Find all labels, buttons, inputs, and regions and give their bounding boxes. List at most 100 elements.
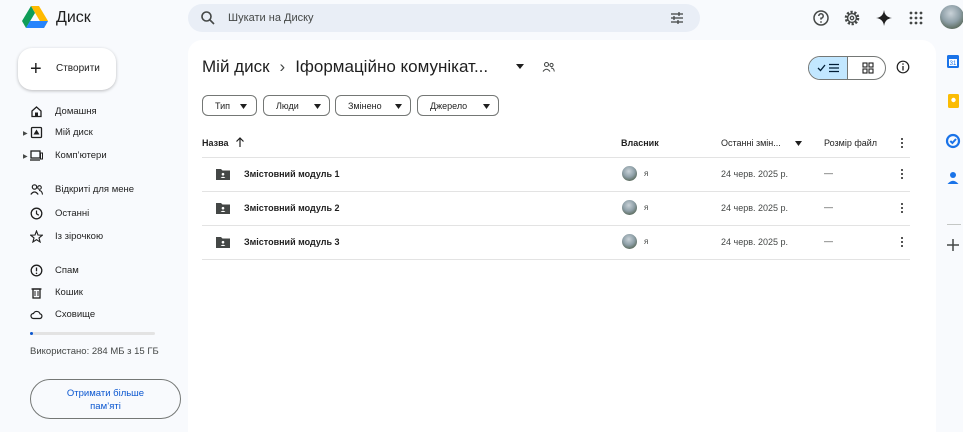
column-header-name[interactable]: Назва [202, 138, 229, 148]
grid-view-button[interactable] [848, 57, 885, 79]
breadcrumb-root[interactable]: Мій диск [202, 57, 270, 76]
computer-icon [30, 150, 43, 161]
file-name[interactable]: Змістовний модуль 3 [244, 237, 340, 247]
column-header-owner[interactable]: Власник [621, 138, 659, 148]
get-more-storage-label: Отримати більше пам’яті [66, 388, 145, 412]
gemini-icon[interactable] [875, 9, 893, 27]
chevron-down-icon [314, 104, 321, 109]
storage-usage-bar [30, 332, 155, 335]
owner-name: я [644, 203, 649, 212]
create-button[interactable]: + Створити [18, 48, 116, 90]
sidebar-item-computers[interactable]: Комп’ютери [30, 147, 180, 165]
sidebar-item-home[interactable]: Домашня [30, 103, 180, 121]
owner-avatar [622, 234, 637, 249]
modified-date: 24 черв. 2025 р. [721, 203, 789, 213]
main-panel: Мій диск › Іформаційно комунікат... Тип … [188, 40, 936, 432]
row-divider [202, 259, 910, 260]
sidebar-item-label: Останні [55, 208, 90, 219]
sidebar-item-my-drive[interactable]: Мій диск [30, 124, 180, 142]
filter-chip-label: Тип [215, 101, 231, 111]
sidebar-item-label: Мій диск [55, 127, 93, 138]
search-bar[interactable]: Шукати на Диску [188, 4, 700, 32]
get-more-storage-button[interactable]: Отримати більше пам’яті [30, 379, 181, 419]
info-icon[interactable] [896, 60, 910, 74]
keep-icon[interactable] [943, 91, 963, 111]
folder-menu-dropdown-icon[interactable] [515, 62, 525, 70]
search-icon[interactable] [200, 10, 216, 26]
list-view-icon [817, 63, 839, 73]
trash-icon [31, 288, 42, 299]
sidebar-item-label: Сховище [55, 309, 96, 320]
my-drive-icon [30, 126, 43, 139]
shared-icon [30, 184, 43, 195]
apps-grid-icon[interactable] [907, 9, 925, 27]
row-more-options-icon[interactable] [900, 201, 904, 215]
expand-caret-icon[interactable]: ▶ [23, 130, 29, 137]
sidebar-item-starred[interactable]: Із зірочкою [30, 228, 180, 246]
column-header-modified[interactable]: Останні змін... [721, 138, 781, 148]
shared-folder-icon [216, 203, 230, 214]
sidebar-item-shared[interactable]: Відкриті для мене [30, 181, 180, 199]
sidebar-item-storage[interactable]: Сховище [30, 306, 180, 324]
owner-name: я [644, 169, 649, 178]
account-avatar[interactable] [940, 5, 963, 29]
row-more-options-icon[interactable] [900, 235, 904, 249]
table-row[interactable]: Змістовний модуль 3 я 24 черв. 2025 р. — [202, 225, 910, 259]
add-addon-icon[interactable] [943, 235, 963, 255]
expand-caret-icon[interactable]: ▶ [23, 153, 29, 160]
storage-usage-fill [30, 332, 33, 335]
breadcrumb-separator: › [279, 57, 286, 76]
file-size: — [824, 168, 833, 178]
filter-chip-label: Люди [276, 101, 299, 111]
svg-text:31: 31 [950, 61, 957, 67]
sidebar-item-label: Із зірочкою [55, 231, 104, 242]
row-more-options-icon[interactable] [900, 167, 904, 181]
sidebar-item-trash[interactable]: Кошик [30, 284, 180, 302]
view-toggle [808, 56, 886, 80]
file-size: — [824, 202, 833, 212]
sort-arrow-up-icon[interactable] [235, 136, 245, 148]
filter-modified-chip[interactable]: Змінено [335, 95, 411, 116]
sidebar-item-recent[interactable]: Останні [30, 205, 180, 223]
list-view-button[interactable] [809, 57, 848, 79]
shared-folder-icon [542, 61, 555, 72]
contacts-icon[interactable] [943, 168, 963, 188]
modified-date: 24 черв. 2025 р. [721, 169, 789, 179]
clock-icon [30, 207, 43, 220]
top-bar: Диск Шукати на Диску [0, 0, 963, 36]
calendar-icon[interactable]: 31 [943, 52, 963, 72]
filter-source-chip[interactable]: Джерело [417, 95, 499, 116]
file-name[interactable]: Змістовний модуль 2 [244, 203, 340, 213]
sidebar-item-label: Кошик [55, 287, 83, 298]
modified-date: 24 черв. 2025 р. [721, 237, 789, 247]
storage-usage-text: Використано: 284 МБ з 15 ГБ [30, 346, 159, 357]
home-icon [31, 106, 42, 118]
filter-chip-label: Змінено [348, 101, 382, 111]
file-size: — [824, 236, 833, 246]
column-options-kebab-icon[interactable] [900, 137, 904, 149]
table-row[interactable]: Змістовний модуль 2 я 24 черв. 2025 р. — [202, 191, 910, 225]
owner-avatar [622, 200, 637, 215]
search-input[interactable]: Шукати на Диску [228, 12, 314, 24]
filter-type-chip[interactable]: Тип [202, 95, 257, 116]
breadcrumb-current[interactable]: Іформаційно комунікат... [295, 57, 488, 76]
sort-dropdown-icon[interactable] [795, 141, 802, 146]
table-row[interactable]: Змістовний модуль 1 я 24 черв. 2025 р. — [202, 157, 910, 191]
star-icon [30, 230, 43, 243]
help-icon[interactable] [812, 9, 830, 27]
chevron-down-icon [240, 104, 247, 109]
sidebar-item-label: Спам [55, 265, 79, 276]
file-name[interactable]: Змістовний модуль 1 [244, 169, 340, 179]
settings-icon[interactable] [843, 9, 861, 27]
search-options-icon[interactable] [670, 11, 684, 25]
filter-people-chip[interactable]: Люди [263, 95, 330, 116]
drive-logo-icon[interactable] [22, 6, 48, 28]
chevron-down-icon [483, 104, 490, 109]
column-header-size[interactable]: Розмір файл [824, 138, 877, 148]
sidebar-item-label: Комп’ютери [55, 150, 107, 161]
chevron-down-icon [395, 104, 402, 109]
filter-chip-label: Джерело [430, 101, 468, 111]
app-name[interactable]: Диск [56, 9, 91, 27]
tasks-icon[interactable] [943, 131, 963, 151]
sidebar-item-spam[interactable]: Спам [30, 262, 180, 280]
